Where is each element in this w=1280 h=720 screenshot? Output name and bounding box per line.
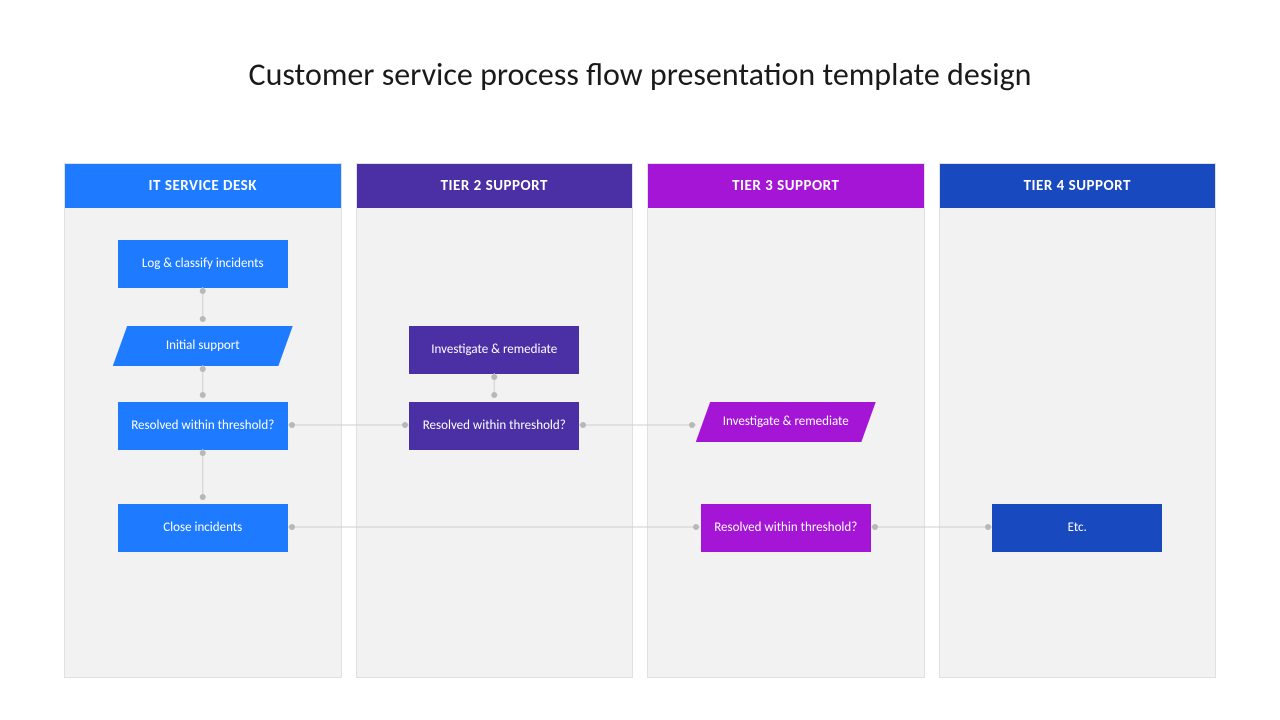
node-close-incidents: Close incidents <box>118 504 288 552</box>
slide-title: Customer service process flow presentati… <box>0 55 1280 94</box>
lane-tier-4: TIER 4 SUPPORT Etc. <box>939 163 1217 678</box>
lane-body: Log & classify incidents Initial support… <box>65 208 341 677</box>
node-investigate-2: Investigate & remediate <box>409 326 579 374</box>
lane-body: Investigate & remediate Resolved within … <box>648 208 924 677</box>
lane-body: Etc. <box>940 208 1216 677</box>
node-resolved-threshold-2: Resolved within threshold? <box>409 402 579 450</box>
node-investigate-3: Investigate & remediate <box>696 402 876 442</box>
lane-header: IT SERVICE DESK <box>65 164 341 208</box>
node-log-classify: Log & classify incidents <box>118 240 288 288</box>
lane-tier-2: TIER 2 SUPPORT Investigate & remediate R… <box>356 163 634 678</box>
swimlanes: IT SERVICE DESK Log & classify incidents… <box>64 163 1216 678</box>
lane-it-service-desk: IT SERVICE DESK Log & classify incidents… <box>64 163 342 678</box>
lane-header: TIER 4 SUPPORT <box>940 164 1216 208</box>
node-resolved-threshold-1: Resolved within threshold? <box>118 402 288 450</box>
lane-header: TIER 2 SUPPORT <box>357 164 633 208</box>
lane-header: TIER 3 SUPPORT <box>648 164 924 208</box>
node-initial-support: Initial support <box>113 326 293 366</box>
node-resolved-threshold-3: Resolved within threshold? <box>701 504 871 552</box>
lane-body: Investigate & remediate Resolved within … <box>357 208 633 677</box>
lane-tier-3: TIER 3 SUPPORT Investigate & remediate R… <box>647 163 925 678</box>
node-etc: Etc. <box>992 504 1162 552</box>
